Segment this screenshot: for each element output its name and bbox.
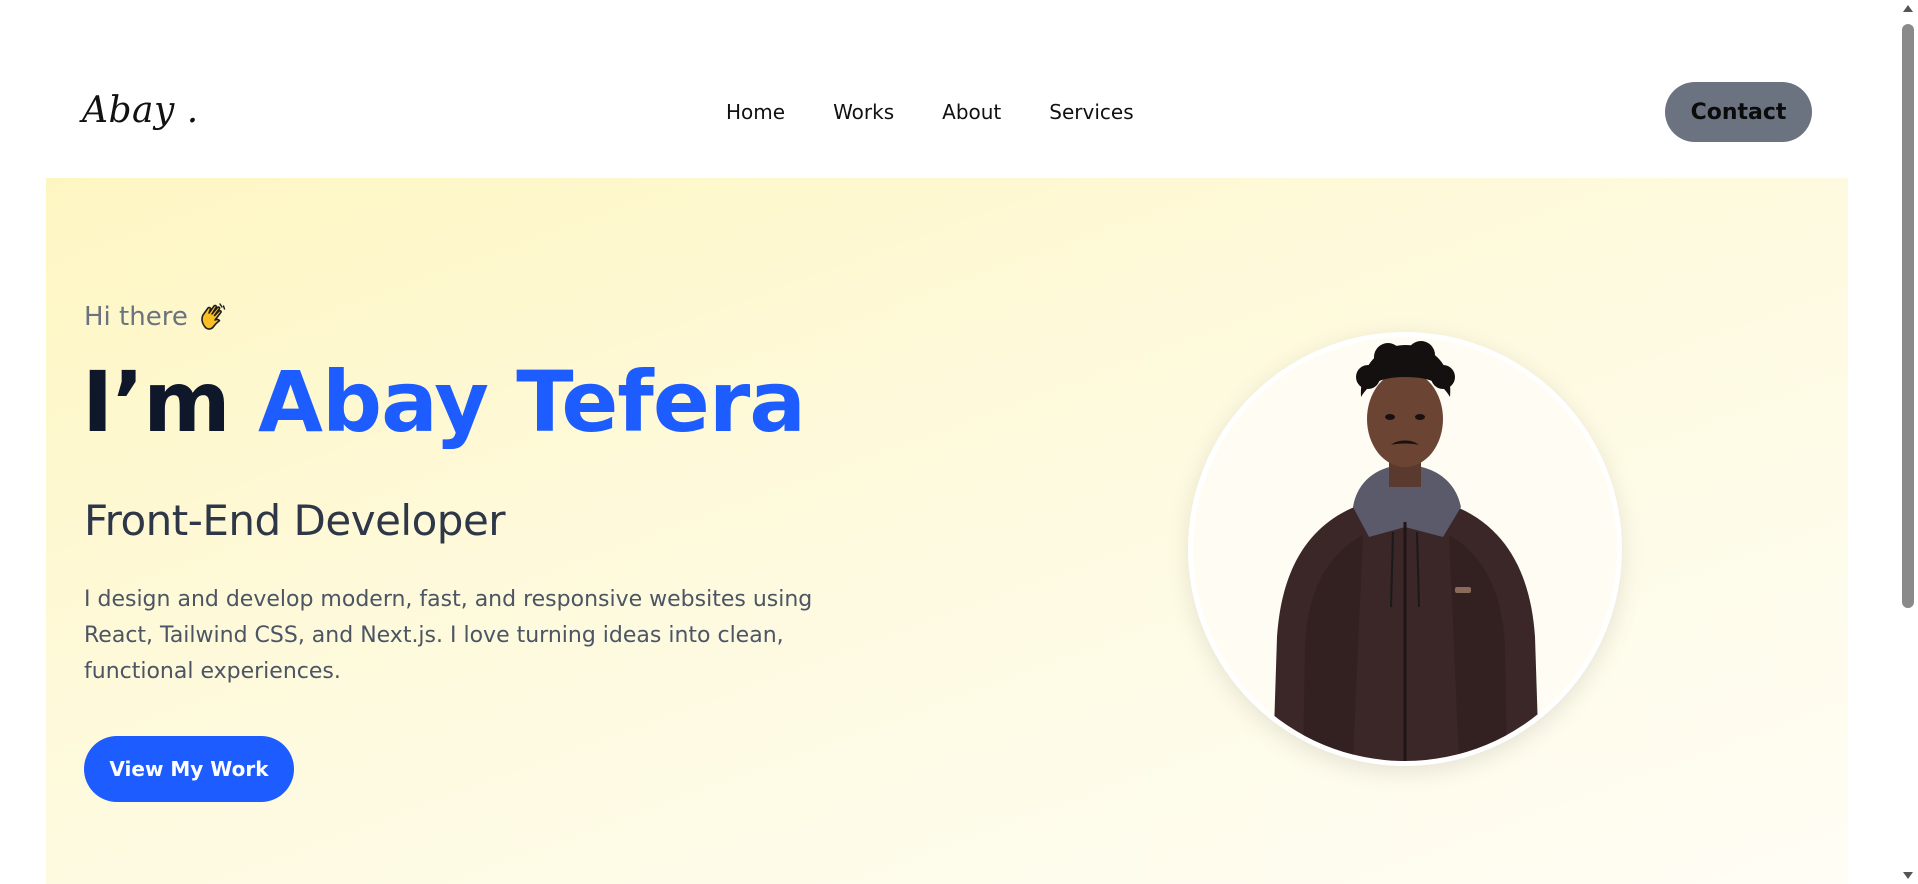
site-logo[interactable]: Abay . bbox=[82, 90, 199, 131]
profile-photo bbox=[1188, 332, 1622, 766]
headline-prefix: I’m bbox=[82, 353, 231, 451]
scroll-up-icon[interactable] bbox=[1903, 5, 1913, 12]
view-my-work-button[interactable]: View My Work bbox=[84, 736, 294, 802]
main-nav: Home Works About Services bbox=[726, 100, 1134, 124]
greeting-text: Hi there bbox=[84, 302, 188, 332]
hero-role: Front-End Developer bbox=[84, 496, 506, 545]
hero-bio: I design and develop modern, fast, and r… bbox=[84, 587, 813, 684]
page: Abay . Home Works About Services Contact… bbox=[0, 0, 1918, 884]
page-scrollbar[interactable] bbox=[1898, 0, 1918, 884]
nav-about[interactable]: About bbox=[942, 100, 1001, 124]
headline-name: Abay Tefera bbox=[257, 353, 806, 451]
contact-button[interactable]: Contact bbox=[1665, 82, 1812, 142]
waving-hand-icon bbox=[198, 302, 228, 332]
nav-services[interactable]: Services bbox=[1049, 100, 1133, 124]
nav-works[interactable]: Works bbox=[833, 100, 894, 124]
hero-section: Hi there I’m Abay Tefera Front-End Devel… bbox=[46, 178, 1848, 884]
scroll-down-icon[interactable] bbox=[1903, 872, 1913, 879]
nav-home[interactable]: Home bbox=[726, 100, 785, 124]
hero-headline: I’m Abay Tefera bbox=[82, 360, 806, 444]
greeting: Hi there bbox=[84, 302, 228, 332]
site-header: Abay . Home Works About Services Contact bbox=[0, 0, 1898, 178]
scrollbar-thumb[interactable] bbox=[1902, 24, 1914, 608]
